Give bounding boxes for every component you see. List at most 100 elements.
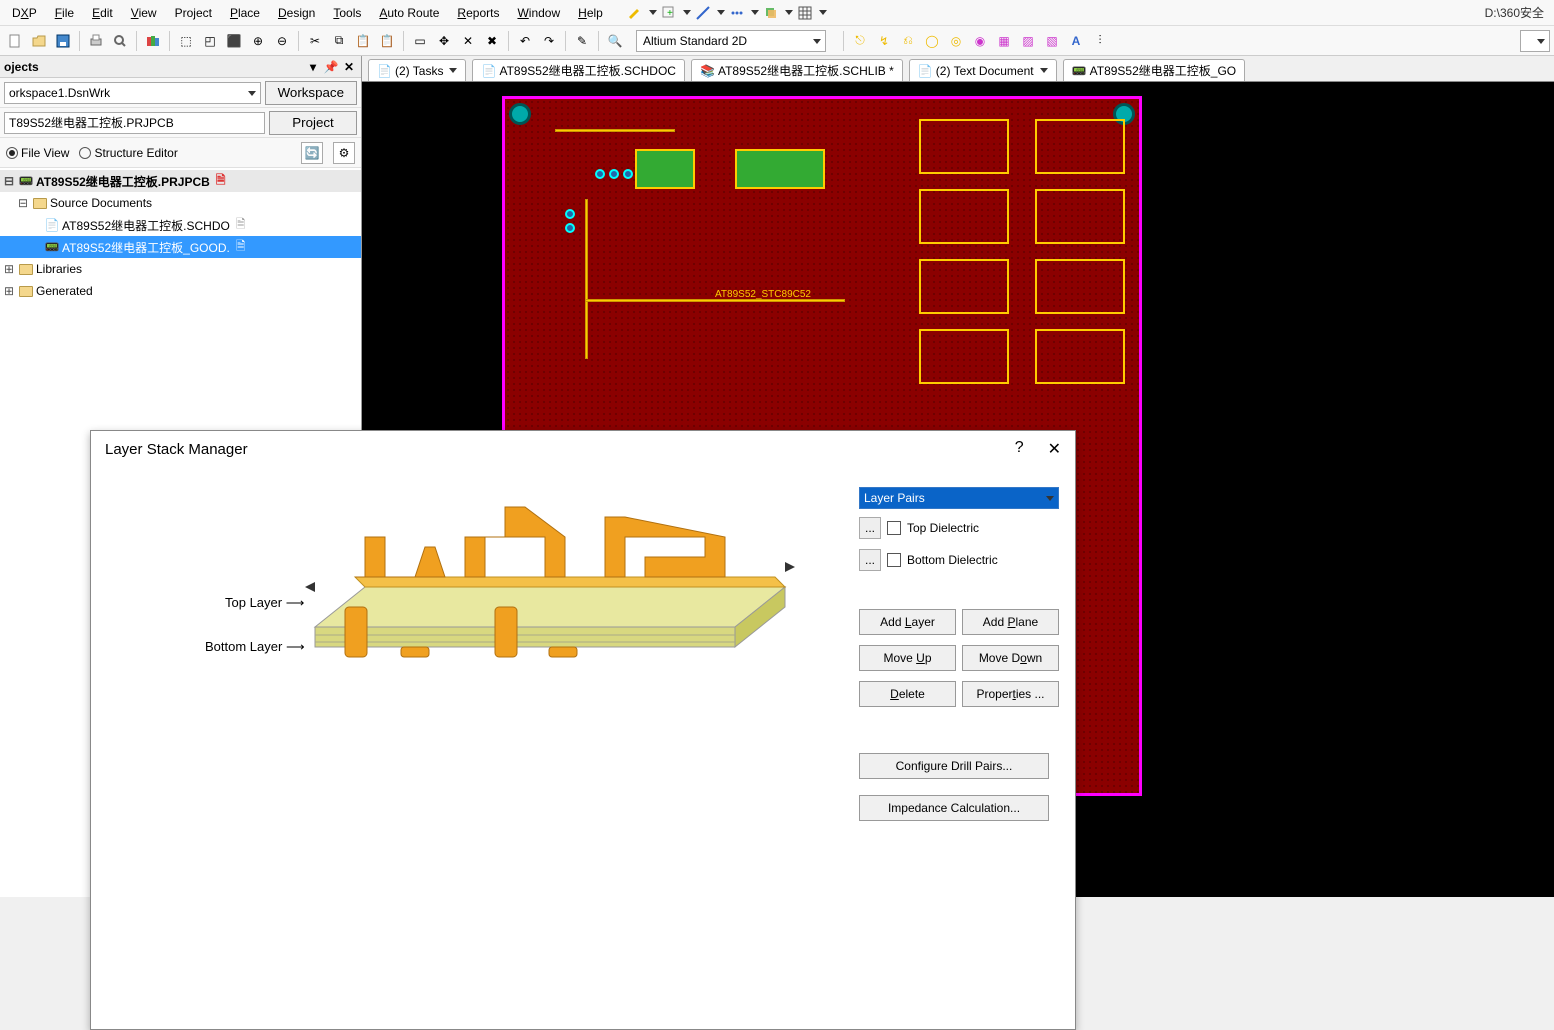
menu-dxp[interactable]: DXP [4, 3, 45, 23]
file-view-radio[interactable]: File View [6, 146, 69, 160]
top-dielectric-checkbox[interactable] [887, 521, 901, 535]
menu-window[interactable]: Window [509, 3, 568, 23]
dialog-title-bar: Layer Stack Manager ? ✕ [91, 431, 1075, 467]
save-icon[interactable] [52, 30, 74, 52]
redo-icon[interactable]: ↷ [538, 30, 560, 52]
print-icon[interactable] [85, 30, 107, 52]
menu-help[interactable]: Help [570, 3, 611, 23]
region-icon[interactable]: ▧ [1041, 30, 1063, 52]
undo-icon[interactable]: ↶ [514, 30, 536, 52]
via2-icon[interactable]: ◎ [945, 30, 967, 52]
zoom-in-icon[interactable]: ⊕ [247, 30, 269, 52]
tree-root[interactable]: ⊟📟 AT89S52继电器工控板.PRJPCB 🗎 [0, 170, 361, 192]
tab-pcb[interactable]: 📟AT89S52继电器工控板_GO [1063, 59, 1246, 81]
menu-edit[interactable]: Edit [84, 3, 121, 23]
tab-schlib[interactable]: 📚AT89S52继电器工控板.SCHLIB * [691, 59, 903, 81]
route-icon[interactable]: ⎋ [849, 30, 871, 52]
preview-icon[interactable] [109, 30, 131, 52]
impedance-button[interactable]: Impedance Calculation... [859, 795, 1049, 821]
poly-icon[interactable]: ▨ [1017, 30, 1039, 52]
deselect-icon[interactable]: ✕ [457, 30, 479, 52]
fill-icon[interactable]: ▦ [993, 30, 1015, 52]
menu-file[interactable]: File [47, 3, 82, 23]
browse-icon[interactable]: 🔍 [604, 30, 626, 52]
line-icon[interactable] [694, 4, 712, 22]
menu-place[interactable]: Place [222, 3, 268, 23]
route2-icon[interactable]: ↯ [873, 30, 895, 52]
copy-icon[interactable]: ⧉ [328, 30, 350, 52]
pin-icon[interactable]: 📌 [323, 59, 339, 75]
layers-icon[interactable] [762, 4, 780, 22]
view-mode-combo[interactable]: Altium Standard 2D [636, 30, 826, 52]
text-icon[interactable]: A [1065, 30, 1087, 52]
add-plane-button[interactable]: Add Plane [962, 609, 1059, 635]
project-button[interactable]: Project [269, 111, 357, 135]
project-textbox[interactable]: T89S52继电器工控板.PRJPCB [4, 112, 265, 134]
tab-tasks[interactable]: 📄(2) Tasks [368, 59, 466, 81]
new-icon[interactable] [4, 30, 26, 52]
layer-pairs-combo[interactable]: Layer Pairs [859, 487, 1059, 509]
tab-textdoc[interactable]: 📄(2) Text Document [909, 59, 1057, 81]
document-tabs: 📄(2) Tasks 📄AT89S52继电器工控板.SCHDOC 📚AT89S5… [362, 56, 1554, 82]
tree-doc1[interactable]: 📄AT89S52继电器工控板.SCHDO 🗎 [0, 214, 361, 236]
help-icon[interactable]: ? [1015, 439, 1024, 459]
menu-autoroute[interactable]: Auto Route [371, 3, 447, 23]
pad-icon[interactable]: ◉ [969, 30, 991, 52]
cut-icon[interactable]: ✂ [304, 30, 326, 52]
workspace-combo[interactable]: orkspace1.DsnWrk [4, 82, 261, 104]
clear-icon[interactable]: ✖ [481, 30, 503, 52]
file-path: D:\360安全 [1479, 4, 1550, 21]
add-layer-button[interactable]: Add Layer [859, 609, 956, 635]
books-icon[interactable] [142, 30, 164, 52]
zoom-fit-icon[interactable]: ◰ [199, 30, 221, 52]
move-down-button[interactable]: Move Down [962, 645, 1059, 671]
select-rect-icon[interactable]: ▭ [409, 30, 431, 52]
structure-editor-radio[interactable]: Structure Editor [79, 146, 177, 160]
tree-gen[interactable]: ⊞ Generated [0, 280, 361, 302]
delete-button[interactable]: Delete [859, 681, 956, 707]
top-dielectric-label: Top Dielectric [907, 521, 979, 535]
dots-icon[interactable] [728, 4, 746, 22]
dialog-title: Layer Stack Manager [105, 441, 248, 458]
menu-project[interactable]: Project [167, 3, 220, 23]
tree-lib[interactable]: ⊞ Libraries [0, 258, 361, 280]
via-icon[interactable]: ◯ [921, 30, 943, 52]
dropdown-icon[interactable]: ▾ [305, 59, 321, 75]
pencil-icon[interactable] [626, 4, 644, 22]
workspace-button[interactable]: Workspace [265, 81, 357, 105]
bottom-dielectric-checkbox[interactable] [887, 553, 901, 567]
svg-text:+: + [667, 8, 673, 19]
settings-icon[interactable]: ⚙ [333, 142, 355, 164]
move-up-button[interactable]: Move Up [859, 645, 956, 671]
dim-icon[interactable]: ⫶ [1089, 30, 1111, 52]
menu-design[interactable]: Design [270, 3, 323, 23]
properties-button[interactable]: Properties ... [962, 681, 1059, 707]
refresh-icon[interactable]: 🔄 [301, 142, 323, 164]
close-panel-icon[interactable]: ✕ [341, 59, 357, 75]
tree-src[interactable]: ⊟ Source Documents [0, 192, 361, 214]
menu-tools[interactable]: Tools [325, 3, 369, 23]
end-combo[interactable] [1520, 30, 1550, 52]
toolbar: ⬚ ◰ ⬛ ⊕ ⊖ ✂ ⧉ 📋 📋 ▭ ✥ ✕ ✖ ↶ ↷ ✎ 🔍 Altium… [0, 26, 1554, 56]
close-icon[interactable]: ✕ [1048, 439, 1061, 459]
tree-doc2-selected[interactable]: 📟AT89S52继电器工控板_GOOD. 🗎 [0, 236, 361, 258]
menu-view[interactable]: View [123, 3, 165, 23]
open-icon[interactable] [28, 30, 50, 52]
zoom-select-icon[interactable]: ⬛ [223, 30, 245, 52]
paste-icon[interactable]: 📋 [352, 30, 374, 52]
wand-icon[interactable]: ✎ [571, 30, 593, 52]
zoom-out-icon[interactable]: ⊖ [271, 30, 293, 52]
route3-icon[interactable]: ⎌ [897, 30, 919, 52]
grid-add-icon[interactable]: + [660, 4, 678, 22]
menu-reports[interactable]: Reports [449, 3, 507, 23]
top-dielectric-browse[interactable]: ... [859, 517, 881, 539]
paste-special-icon[interactable]: 📋 [376, 30, 398, 52]
configure-drill-button[interactable]: Configure Drill Pairs... [859, 753, 1049, 779]
tab-schdoc[interactable]: 📄AT89S52继电器工控板.SCHDOC [472, 59, 684, 81]
grid-icon[interactable] [796, 4, 814, 22]
bottom-dielectric-browse[interactable]: ... [859, 549, 881, 571]
move-icon[interactable]: ✥ [433, 30, 455, 52]
bottom-dielectric-label: Bottom Dielectric [907, 553, 998, 567]
zoom-area-icon[interactable]: ⬚ [175, 30, 197, 52]
panel-title: ojects ▾ 📌 ✕ [0, 56, 361, 78]
